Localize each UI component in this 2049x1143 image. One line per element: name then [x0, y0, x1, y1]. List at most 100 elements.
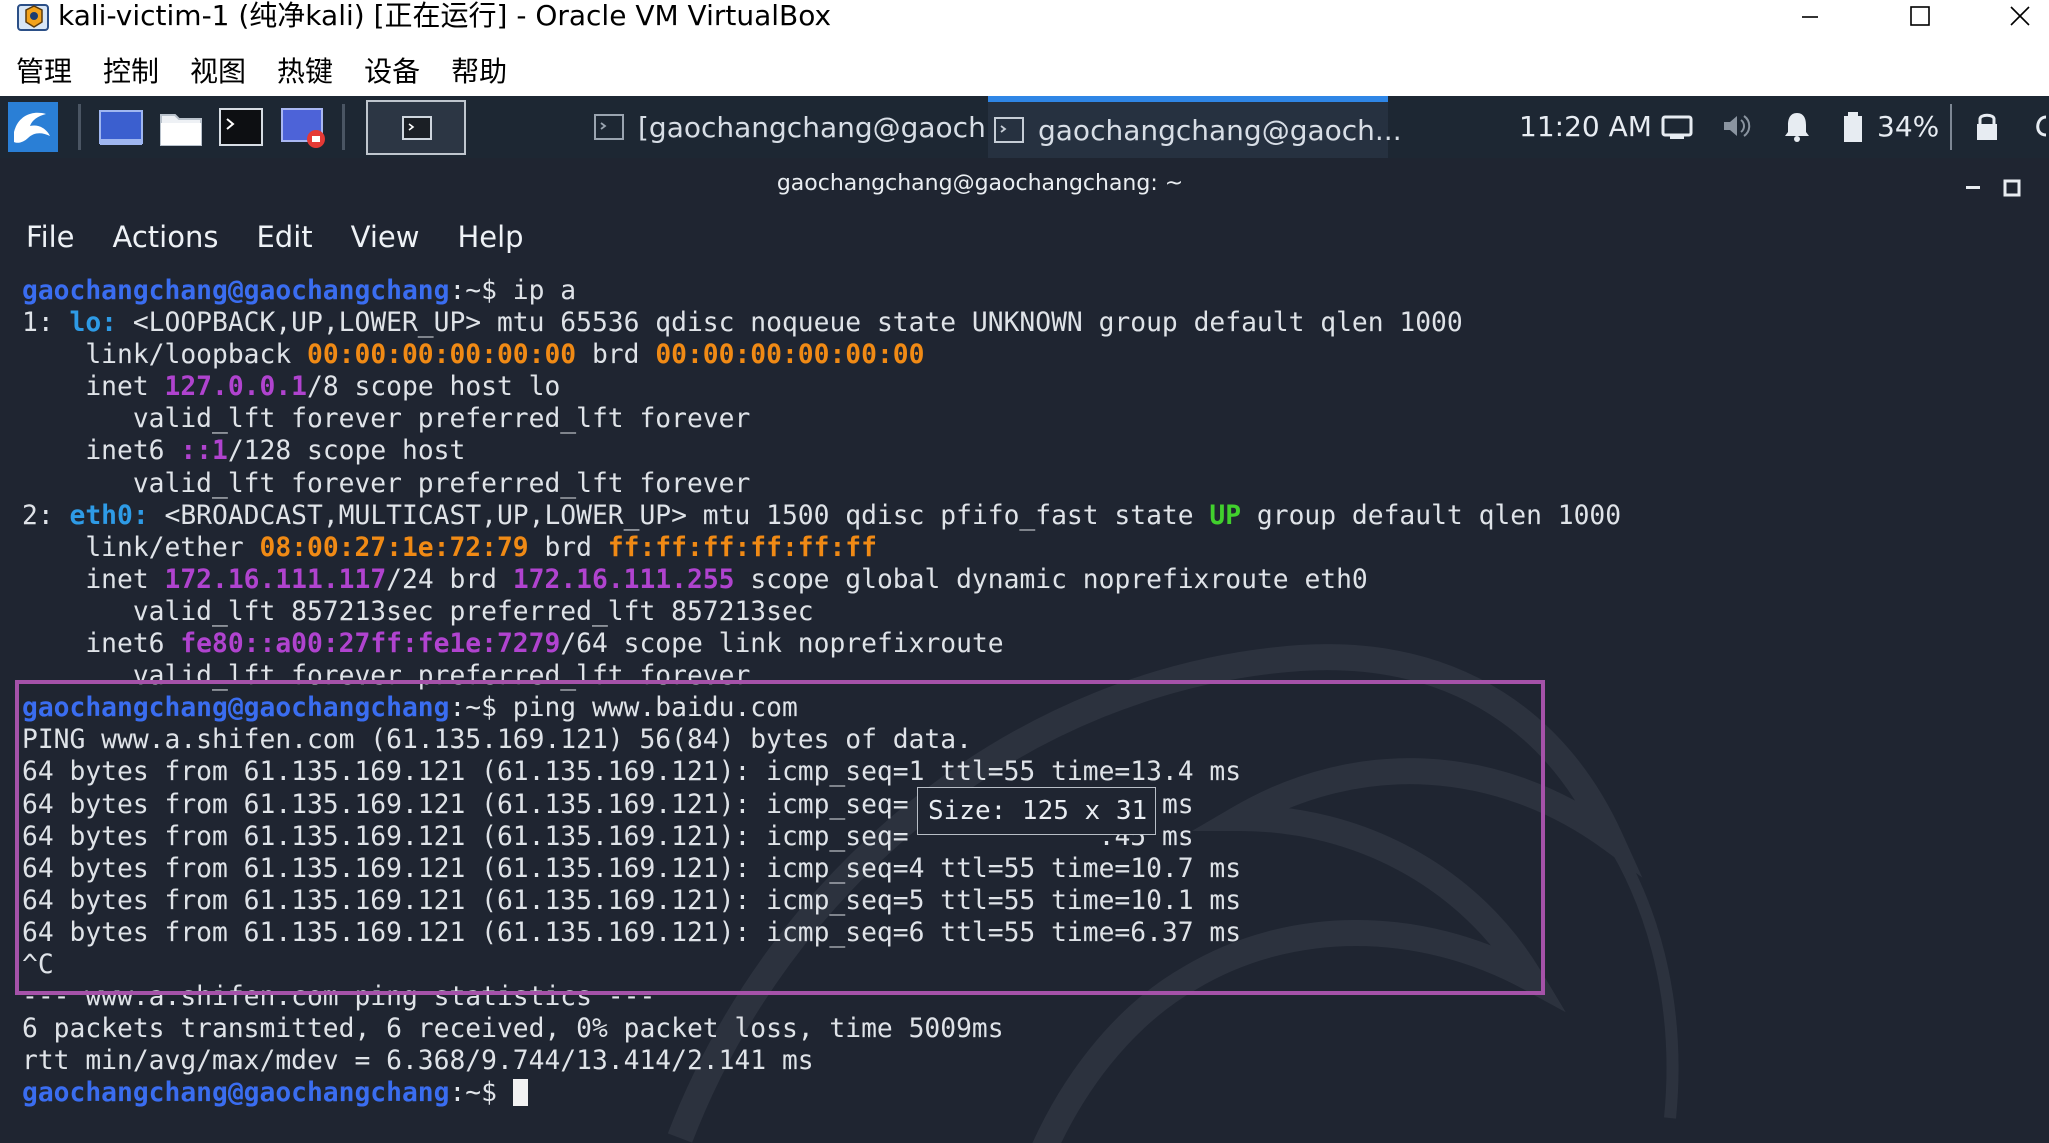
terminal-line: 6 packets transmitted, 6 received, 0% pa… [22, 1013, 1621, 1045]
terminal-text: 08:00:27:1e:72:79 [259, 532, 529, 563]
bell-icon[interactable] [1780, 108, 1814, 144]
terminal-text: eth0: [69, 500, 149, 531]
terminal-prompt-user: gaochangchang@gaochangchang [22, 1078, 450, 1109]
menu-manage[interactable]: 管理 [0, 48, 87, 96]
workspace-switcher[interactable] [366, 100, 466, 155]
taskbar-item-1[interactable]: [gaochangchang@gaoch... [594, 96, 1013, 158]
terminal-line: link/loopback 00:00:00:00:00:00 brd 00:0… [22, 339, 1621, 371]
terminal-icon [994, 117, 1024, 143]
terminal-text: 1: [22, 308, 70, 339]
battery-icon[interactable] [1836, 108, 1870, 144]
terminal-text: valid_lft forever preferred_lft forever [22, 404, 751, 435]
close-icon [2010, 6, 2030, 26]
terminal-text: lo: [69, 308, 118, 339]
minimize-icon [1802, 16, 1818, 18]
screen-recorder-icon[interactable] [280, 105, 326, 149]
terminal-launcher-icon[interactable] [218, 105, 264, 149]
terminal-window[interactable]: gaochangchang@gaochangchang: ~ File Acti… [0, 158, 2049, 1143]
terminal-line: valid_lft 857213sec preferred_lft 857213… [22, 596, 1621, 628]
terminal-line: 1: lo: <LOOPBACK,UP,LOWER_UP> mtu 65536 … [22, 307, 1621, 339]
menu-devices[interactable]: 设备 [348, 48, 435, 96]
terminal-text: ff:ff:ff:ff:ff:ff [607, 532, 877, 563]
file-manager-icon[interactable] [158, 105, 204, 149]
terminal-icon [594, 114, 624, 140]
menu-help[interactable]: 帮助 [435, 48, 522, 96]
window-titlebar: kali-victim-1 (纯净kali) [正在运行] - Oracle V… [0, 0, 2049, 32]
terminal-minimize-icon[interactable] [1964, 178, 1982, 194]
terminal-menu-edit[interactable]: Edit [256, 220, 312, 260]
terminal-text: inet [22, 564, 165, 595]
size-tooltip: Size: 125 x 31 [917, 787, 1156, 835]
terminal-text: <LOOPBACK,UP,LOWER_UP> mtu 65536 qdisc n… [117, 308, 1463, 339]
terminal-menu-view[interactable]: View [351, 220, 420, 260]
terminal-menu-file[interactable]: File [26, 220, 75, 260]
terminal-text: 172.16.111.255 [512, 564, 735, 595]
terminal-text: /128 scope host [227, 436, 466, 467]
terminal-text: inet6 [22, 629, 181, 660]
volume-icon[interactable] [1720, 108, 1754, 144]
terminal-line: 2: eth0: <BROADCAST,MULTICAST,UP,LOWER_U… [22, 500, 1621, 532]
terminal-text: /8 scope host lo [307, 372, 561, 403]
power-icon[interactable] [2030, 108, 2049, 144]
panel-separator [78, 104, 81, 150]
terminal-text: valid_lft forever preferred_lft forever [22, 468, 751, 499]
display-icon[interactable] [1660, 108, 1694, 144]
terminal-text: 6 packets transmitted, 6 received, 0% pa… [22, 1014, 1004, 1045]
virtualbox-icon [17, 4, 49, 31]
terminal-line: gaochangchang@gaochangchang:~$ [22, 1077, 1621, 1109]
terminal-text: <BROADCAST,MULTICAST,UP,LOWER_UP> mtu 15… [148, 500, 1210, 531]
workspace-terminal-icon [402, 116, 432, 140]
close-button[interactable] [1990, 0, 2049, 32]
terminal-line: rtt min/avg/max/mdev = 6.368/9.744/13.41… [22, 1045, 1621, 1077]
terminal-text: 127.0.0.1 [164, 372, 308, 403]
kali-menu-icon[interactable] [8, 102, 58, 152]
lock-icon[interactable] [1970, 108, 2004, 144]
maximize-icon [1910, 6, 1930, 26]
terminal-text: inet6 [22, 436, 181, 467]
terminal-line: inet 172.16.111.117/24 brd 172.16.111.25… [22, 564, 1621, 596]
menu-view[interactable]: 视图 [174, 48, 261, 96]
terminal-text: UP [1209, 500, 1242, 531]
terminal-menubar: File Actions Edit View Help [26, 220, 562, 260]
window-title: kali-victim-1 (纯净kali) [正在运行] - Oracle V… [58, 0, 832, 32]
terminal-text: group default qlen 1000 [1241, 500, 1622, 531]
menu-control[interactable]: 控制 [87, 48, 174, 96]
minimize-button[interactable] [1780, 0, 1840, 32]
terminal-title: gaochangchang@gaochangchang: ~ [776, 171, 1184, 196]
terminal-line: inet 127.0.0.1/8 scope host lo [22, 371, 1621, 403]
show-desktop-icon[interactable] [98, 105, 144, 149]
terminal-line: valid_lft forever preferred_lft forever [22, 403, 1621, 435]
terminal-text: inet [22, 372, 165, 403]
terminal-text: valid_lft 857213sec preferred_lft 857213… [22, 596, 814, 627]
terminal-text: scope global dynamic noprefixroute eth0 [734, 564, 1368, 595]
terminal-line: gaochangchang@gaochangchang:~$ ip a [22, 275, 1621, 307]
terminal-cursor [512, 1079, 528, 1107]
panel-separator [342, 104, 345, 150]
terminal-maximize-icon[interactable] [2002, 178, 2022, 198]
highlight-annotation-box [15, 680, 1545, 995]
terminal-text: :~$ ip a [449, 276, 577, 306]
terminal-text: fe80::a00:27ff:fe1e:7279 [180, 629, 561, 660]
terminal-text: /64 scope link noprefixroute [560, 629, 1004, 660]
terminal-text: rtt min/avg/max/mdev = 6.368/9.744/13.41… [22, 1046, 814, 1077]
terminal-prompt-user: gaochangchang@gaochangchang [22, 276, 450, 306]
terminal-menu-actions[interactable]: Actions [113, 220, 219, 260]
terminal-text: link/ether [22, 532, 260, 563]
maximize-button[interactable] [1890, 0, 1950, 32]
taskbar-item-label: gaochangchang@gaoch... [1038, 113, 1402, 147]
menu-hotkeys[interactable]: 热键 [261, 48, 348, 96]
terminal-text: link/loopback [22, 340, 307, 371]
terminal-text: /24 brd [386, 564, 513, 595]
battery-percentage: 34% [1877, 110, 1940, 143]
terminal-text: 2: [22, 500, 70, 531]
panel-clock[interactable]: 11:20 AM [1519, 96, 1652, 158]
terminal-line: valid_lft forever preferred_lft forever [22, 468, 1621, 500]
vbox-menubar: 管理 控制 视图 热键 设备 帮助 [0, 48, 2049, 96]
terminal-text: brd [576, 340, 656, 371]
taskbar-item-label: [gaochangchang@gaoch... [638, 110, 1013, 144]
terminal-menu-help[interactable]: Help [457, 220, 523, 260]
terminal-text: 172.16.111.117 [164, 564, 387, 595]
terminal-line: link/ether 08:00:27:1e:72:79 brd ff:ff:f… [22, 532, 1621, 564]
panel-separator [1950, 104, 1952, 150]
taskbar-item-2[interactable]: gaochangchang@gaoch... [988, 96, 1402, 158]
